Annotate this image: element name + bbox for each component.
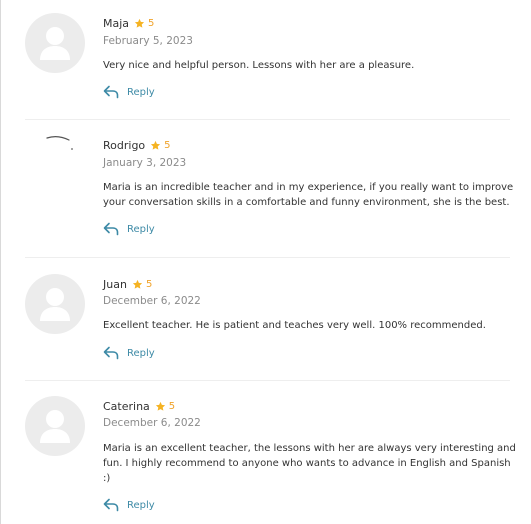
avatar [25,134,85,194]
name-row: Caterina 5 [103,398,175,414]
reply-label: Reply [127,347,155,359]
reply-arrow-icon [103,498,119,512]
reply-label: Reply [127,499,155,511]
reply-button[interactable]: Reply [103,346,155,360]
reply-label: Reply [127,223,155,235]
reviewer-name: Juan [103,277,127,291]
review-text: Maria is an excellent teacher, the lesso… [103,443,516,484]
name-row: Maja 5 [103,15,154,31]
divider [25,257,510,258]
name-row: Rodrigo 5 [103,137,171,153]
photo-avatar-icon [46,136,73,150]
review-date: February 5, 2023 [103,35,193,47]
reply-arrow-icon [103,222,119,236]
avatar [25,13,85,73]
rating-value: 5 [164,139,171,151]
reviews-list: Maja 5 February 5, 2023 Very nice and he… [0,0,531,524]
star-icon [155,401,165,411]
divider [25,380,510,381]
rating-value: 5 [145,278,153,290]
user-silhouette-icon [40,27,70,60]
divider [25,119,510,120]
reviewer-name: Caterina [103,399,150,413]
reply-label: Reply [127,86,155,98]
user-silhouette-icon [40,288,70,321]
rating-value: 5 [148,17,155,29]
reply-button[interactable]: Reply [103,85,155,99]
star-icon [134,18,145,28]
rating-value: 5 [168,400,176,412]
reply-arrow-icon [103,346,119,360]
reviewer-name: Rodrigo [103,138,146,152]
review-text: Excellent teacher. He is patient and tea… [103,320,486,331]
reply-arrow-icon [103,85,119,99]
reviewer-name: Maja [103,16,130,30]
review-date: December 6, 2022 [103,417,201,429]
review-date: December 6, 2022 [103,295,201,307]
name-row: Juan 5 [103,276,152,292]
review-text: Very nice and helpful person. Lessons wi… [103,60,415,71]
review-text: Maria is an incredible teacher and in my… [103,182,514,208]
user-silhouette-icon [40,410,70,443]
avatar [25,396,85,456]
left-border [0,0,1,524]
reply-button[interactable]: Reply [103,222,155,236]
reply-button[interactable]: Reply [103,498,155,512]
avatar [25,274,85,334]
star-icon [132,279,143,289]
review-date: January 3, 2023 [103,157,187,169]
star-icon [151,140,161,150]
